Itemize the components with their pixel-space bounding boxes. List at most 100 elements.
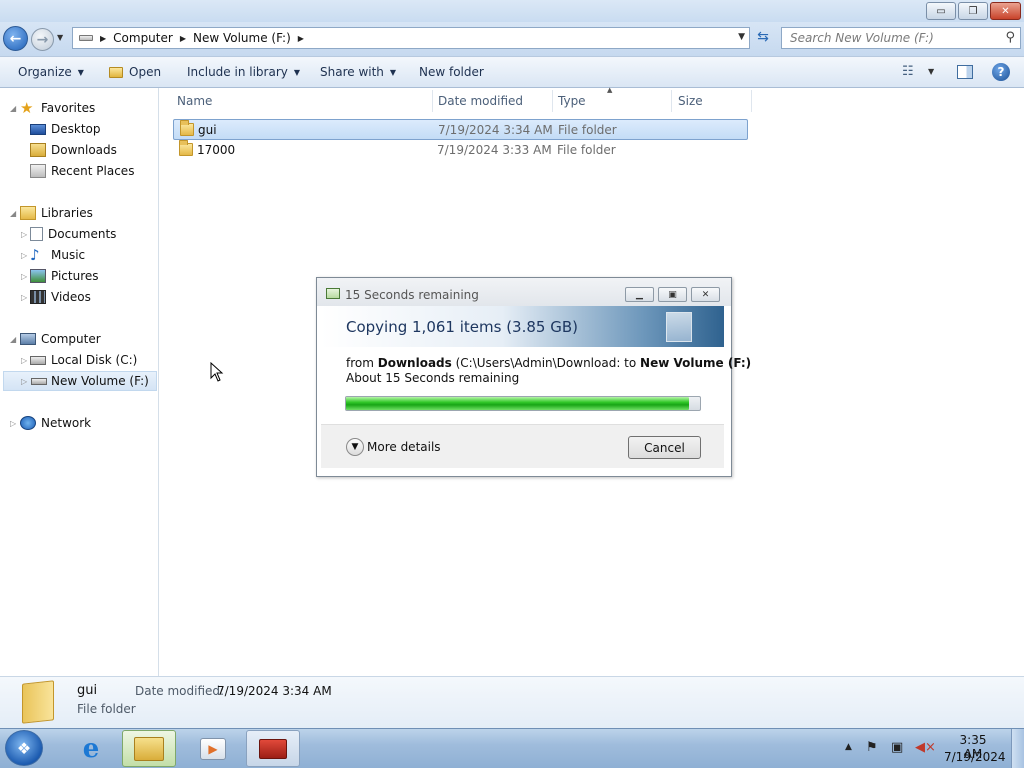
nav-libraries[interactable]: Libraries [20,203,93,223]
expand-icon[interactable]: ▷ [21,251,27,260]
more-details-button[interactable]: ▼ More details [346,437,441,457]
taskbar-toolbox-app[interactable] [246,730,300,767]
nav-desktop[interactable]: Desktop [30,119,101,139]
column-header-size[interactable]: Size [678,92,703,110]
file-row-gui[interactable]: gui 7/19/2024 3:34 AM File folder [173,119,748,140]
source-link[interactable]: Downloads [378,356,452,370]
restore-button[interactable]: ❐ [958,2,988,20]
from-prefix: from [346,356,378,370]
file-type: File folder [558,123,617,137]
expand-network-icon[interactable]: ▷ [10,419,16,428]
computer-icon [20,333,36,345]
forward-button[interactable]: → [31,28,54,51]
nav-music-label: Music [51,248,86,262]
network-icon [20,416,36,430]
expand-icon[interactable]: ▷ [21,293,27,302]
nav-computer[interactable]: Computer [20,329,101,349]
search-icon[interactable]: ⚲ [1005,30,1015,45]
column-divider[interactable] [432,90,433,112]
share-with-button[interactable]: Share with ▼ [320,63,396,81]
refresh-button[interactable]: ⇆ [752,29,774,47]
window-titlebar[interactable] [0,0,1024,22]
column-header-name[interactable]: Name [177,92,212,110]
breadcrumb-new-volume[interactable]: New Volume (F:) [193,31,291,45]
volume-muted-icon[interactable]: ◀× [915,740,936,755]
column-name-label: Name [177,94,213,108]
dialog-title: 15 Seconds remaining [345,288,479,302]
cancel-button[interactable]: Cancel [628,436,701,459]
collapse-favorites-icon[interactable]: ◢ [10,104,16,113]
collapse-computer-icon[interactable]: ◢ [10,335,16,344]
more-details-label: More details [367,440,441,454]
column-divider[interactable] [671,90,672,112]
action-center-flag-icon[interactable]: ⚑ [866,740,878,755]
share-with-label: Share with [320,65,384,79]
column-header-type[interactable]: Type [558,92,586,110]
column-header-date-modified[interactable]: Date modified [438,92,523,110]
minimize-button[interactable]: ▭ [926,2,956,20]
address-bar[interactable]: ▶ Computer ▶ New Volume (F:) ▶ ▼ [72,27,750,49]
address-dropdown-icon[interactable]: ▼ [738,32,745,42]
search-input[interactable] [790,31,990,45]
nav-favorites[interactable]: ★ Favorites [20,98,95,118]
file-row-17000[interactable]: 17000 7/19/2024 3:33 AM File folder [173,140,748,161]
collapse-libraries-icon[interactable]: ◢ [10,209,16,218]
nav-downloads[interactable]: Downloads [30,140,117,160]
nav-videos-label: Videos [51,290,91,304]
back-button[interactable]: ← [3,26,28,51]
dialog-close-button[interactable]: ✕ [691,287,720,302]
nav-videos[interactable]: Videos [30,287,91,307]
breadcrumb-computer[interactable]: Computer [113,31,173,45]
expand-icon[interactable]: ▷ [21,272,27,281]
nav-documents[interactable]: Documents [30,224,116,244]
search-box[interactable]: ⚲ [781,27,1021,49]
recent-pages-dropdown[interactable]: ▼ [57,33,63,42]
media-player-icon: ▶ [200,737,226,760]
chevron-down-icon: ▼ [293,67,301,77]
expand-icon[interactable]: ▷ [21,230,27,239]
open-button[interactable]: Open [109,63,161,81]
network-status-icon[interactable]: ▣ [891,740,903,755]
taskbar-internet-explorer[interactable]: e [64,730,118,767]
close-button[interactable]: ✕ [990,2,1021,20]
change-view-icon[interactable]: ☷ [902,64,914,79]
chevron-right-icon[interactable]: ▶ [100,34,106,43]
expand-icon[interactable]: ▷ [21,377,27,386]
folder-icon [179,140,193,156]
view-dropdown-icon[interactable]: ▼ [928,67,934,76]
show-desktop-button[interactable] [1011,729,1024,768]
nav-music[interactable]: ♪ Music [30,245,85,265]
show-hidden-icons-icon[interactable]: ▲ [845,742,852,752]
dialog-minimize-button[interactable]: ▁ [625,287,654,302]
destination-link[interactable]: New Volume (F:) [640,356,751,370]
expand-icon[interactable]: ▷ [21,356,27,365]
dialog-restore-button[interactable]: ▣ [658,287,687,302]
column-divider[interactable] [552,90,553,112]
mouse-pointer-icon [210,362,224,382]
taskbar-windows-explorer[interactable] [122,730,176,767]
refresh-icon: ⇆ [757,29,769,45]
organize-button[interactable]: Organize ▼ [18,63,84,81]
clock-date[interactable]: 7/19/2024 [944,750,1006,764]
column-divider[interactable] [751,90,752,112]
nav-local-disk-c[interactable]: Local Disk (C:) [30,350,137,370]
nav-recent-places[interactable]: Recent Places [30,161,134,181]
windows-logo-icon: ❖ [16,738,32,758]
taskbar-media-player[interactable]: ▶ [186,730,240,767]
start-button[interactable]: ❖ [5,730,43,766]
nav-network[interactable]: Network [20,413,91,433]
nav-downloads-label: Downloads [51,143,117,157]
folder-icon [180,120,194,136]
nav-computer-label: Computer [41,332,101,346]
new-folder-button[interactable]: New folder [419,63,484,81]
chevron-down-icon: ▼ [389,67,397,77]
help-icon[interactable]: ? [992,63,1010,81]
include-in-library-button[interactable]: Include in library ▼ [187,63,300,81]
chevron-right-icon[interactable]: ▶ [180,34,186,43]
chevron-right-icon[interactable]: ▶ [298,34,304,43]
nav-desktop-label: Desktop [51,122,101,136]
preview-pane-icon[interactable] [957,65,973,79]
toolbox-icon [259,738,287,759]
nav-pictures[interactable]: Pictures [30,266,99,286]
arrow-left-icon: ← [9,30,22,47]
